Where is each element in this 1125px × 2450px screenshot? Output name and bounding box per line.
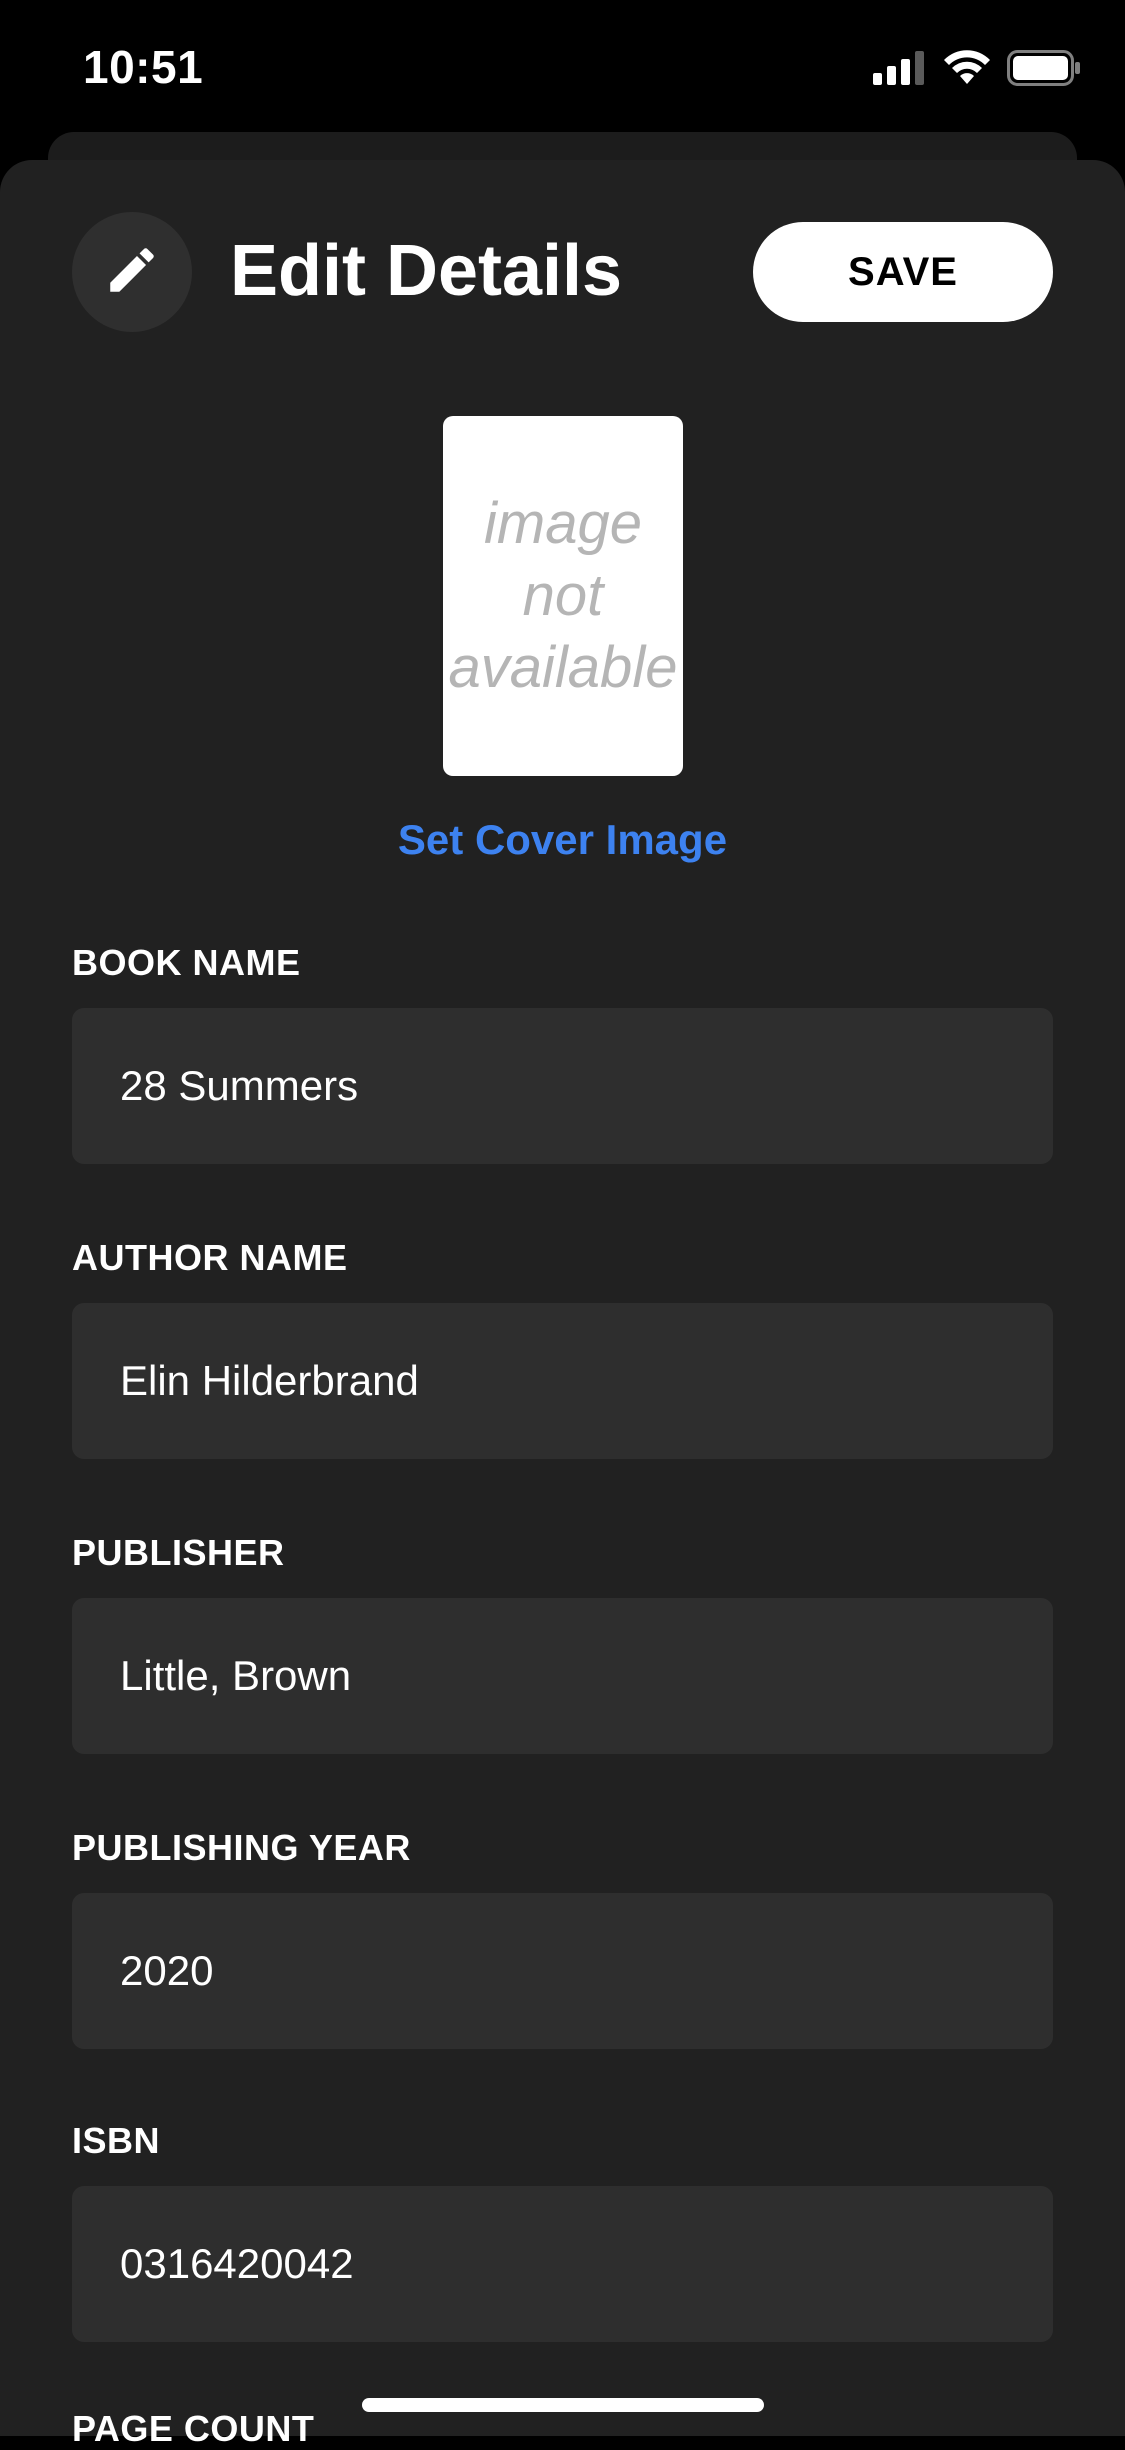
home-indicator[interactable]: [362, 2398, 764, 2412]
edit-icon-button[interactable]: [72, 212, 192, 332]
page-count-label: PAGE COUNT: [72, 2408, 315, 2449]
isbn-label: ISBN: [72, 2120, 161, 2161]
author-name-value: Elin Hilderbrand: [120, 1357, 419, 1404]
book-name-value: 28 Summers: [120, 1062, 359, 1109]
cover-placeholder-text: image not available: [448, 491, 678, 700]
publisher-value: Little, Brown: [120, 1652, 352, 1699]
status-time: 10:51: [83, 41, 204, 93]
status-icons: [873, 49, 1081, 91]
page-title: Edit Details: [230, 231, 623, 311]
isbn-field[interactable]: 0316420042: [72, 2186, 1053, 2342]
author-name-field[interactable]: Elin Hilderbrand: [72, 1303, 1053, 1459]
publishing-year-label: PUBLISHING YEAR: [72, 1827, 411, 1868]
book-name-label: BOOK NAME: [72, 942, 301, 983]
save-button[interactable]: SAVE: [753, 222, 1053, 322]
set-cover-image-link[interactable]: Set Cover Image: [0, 816, 1125, 864]
publishing-year-field[interactable]: 2020: [72, 1893, 1053, 2049]
status-bar: 10:51: [0, 0, 1125, 132]
publisher-label: PUBLISHER: [72, 1532, 285, 1573]
cover-image[interactable]: image not available: [443, 416, 683, 776]
battery-icon: [1007, 49, 1081, 91]
publishing-year-value: 2020: [120, 1947, 214, 1994]
author-name-label: AUTHOR NAME: [72, 1237, 348, 1278]
isbn-value: 0316420042: [120, 2240, 354, 2287]
pencil-icon: [103, 241, 161, 304]
publisher-field[interactable]: Little, Brown: [72, 1598, 1053, 1754]
wifi-icon: [943, 49, 991, 91]
signal-icon: [873, 50, 927, 90]
book-name-field[interactable]: 28 Summers: [72, 1008, 1053, 1164]
